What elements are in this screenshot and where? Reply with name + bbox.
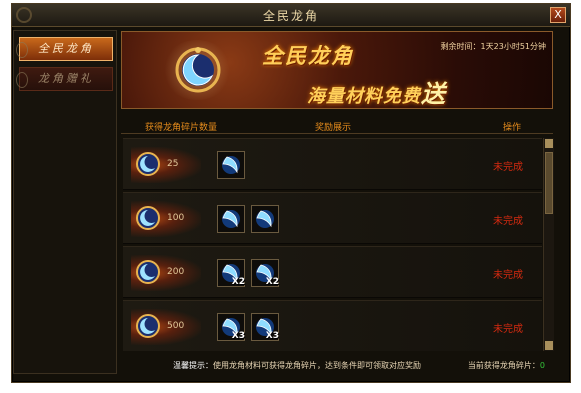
crescent-moon-icon	[174, 46, 222, 94]
scroll-up-arrow-icon[interactable]	[545, 139, 553, 148]
owned-fragments: 当前获得龙角碎片：0	[468, 360, 545, 371]
status-label[interactable]: 未完成	[493, 320, 523, 335]
tip-text: 温馨提示：使用龙角材料可获得龙角碎片，达到条件即可领取对应奖励	[173, 360, 421, 371]
reward-slot[interactable]	[217, 151, 245, 179]
status-label[interactable]: 未完成	[493, 212, 523, 227]
reward-list[interactable]: 25 未完成 100 未完成 200 X2 X2 未完成 500 X3 X3 未…	[123, 138, 542, 351]
reward-slot[interactable]	[251, 205, 279, 233]
header-reward: 奖励展示	[315, 123, 352, 133]
reward-quantity: X3	[265, 331, 279, 341]
reward-slot[interactable]: X3	[251, 313, 279, 341]
reward-quantity: X3	[231, 331, 245, 341]
banner-title: 全民龙角	[262, 43, 354, 68]
sidebar-item-label: 龙角赠礼	[38, 72, 94, 85]
table-header: 获得龙角碎片数量 奖励展示 操作	[121, 117, 553, 134]
reward-quantity: X2	[231, 277, 245, 287]
table-row: 25 未完成	[123, 138, 542, 190]
event-banner: 全民龙角 海量材料免费送 剩余时间：1天23小时51分钟	[121, 31, 553, 109]
owned-label: 当前获得龙角碎片：	[467, 361, 540, 370]
footer: 温馨提示：使用龙角材料可获得龙角碎片，达到条件即可领取对应奖励 当前获得龙角碎片…	[121, 356, 553, 376]
status-label[interactable]: 未完成	[493, 266, 523, 281]
tip-label: 温馨提示：	[173, 361, 213, 370]
dragon-horn-icon	[222, 210, 240, 228]
reward-slot[interactable]: X2	[217, 259, 245, 287]
fragment-count: 500	[167, 321, 185, 331]
fragment-count: 200	[167, 267, 185, 277]
banner-subtitle-main: 海量材料免费	[307, 86, 421, 107]
sidebar: 全民龙角 龙角赠礼	[13, 30, 117, 374]
fragment-count: 25	[167, 159, 179, 169]
close-button[interactable]: X	[550, 7, 566, 23]
dragon-horn-emblem-icon	[135, 313, 161, 339]
table-row: 200 X2 X2 未完成	[123, 246, 542, 298]
banner-subtitle: 海量材料免费送	[307, 74, 446, 108]
scroll-thumb[interactable]	[545, 152, 553, 214]
swirl-icon	[16, 42, 28, 58]
reward-quantity: X2	[265, 277, 279, 287]
dragon-horn-emblem-icon	[135, 151, 161, 177]
header-fragment-count: 获得龙角碎片数量	[145, 123, 218, 133]
sidebar-item-dragon-horn[interactable]: 全民龙角	[16, 37, 113, 61]
dragon-horn-icon	[222, 156, 240, 174]
dragon-horn-icon	[256, 210, 274, 228]
fragment-count: 100	[167, 213, 185, 223]
sidebar-item-gift[interactable]: 龙角赠礼	[16, 67, 113, 91]
owned-value: 0	[539, 361, 545, 370]
header-action: 操作	[503, 123, 522, 133]
dragon-horn-emblem-icon	[135, 205, 161, 231]
dragon-horn-emblem-icon	[135, 259, 161, 285]
swirl-icon	[16, 72, 28, 88]
reward-slot[interactable]: X3	[217, 313, 245, 341]
reward-slot[interactable]: X2	[251, 259, 279, 287]
status-label[interactable]: 未完成	[493, 158, 523, 173]
scroll-down-arrow-icon[interactable]	[545, 341, 553, 350]
table-row: 500 X3 X3 未完成	[123, 300, 542, 351]
countdown-timer: 剩余时间：1天23小时51分钟	[440, 42, 546, 51]
title-bar[interactable]: 全民龙角 X	[12, 4, 570, 27]
sidebar-item-label: 全民龙角	[38, 42, 94, 55]
tip-body: 使用龙角材料可获得龙角碎片，达到条件即可领取对应奖励	[213, 361, 421, 370]
window-title: 全民龙角	[262, 9, 319, 23]
reward-slot[interactable]	[217, 205, 245, 233]
table-row: 100 未完成	[123, 192, 542, 244]
banner-subtitle-emphasis: 送	[421, 79, 446, 108]
list-scrollbar[interactable]	[543, 138, 554, 351]
